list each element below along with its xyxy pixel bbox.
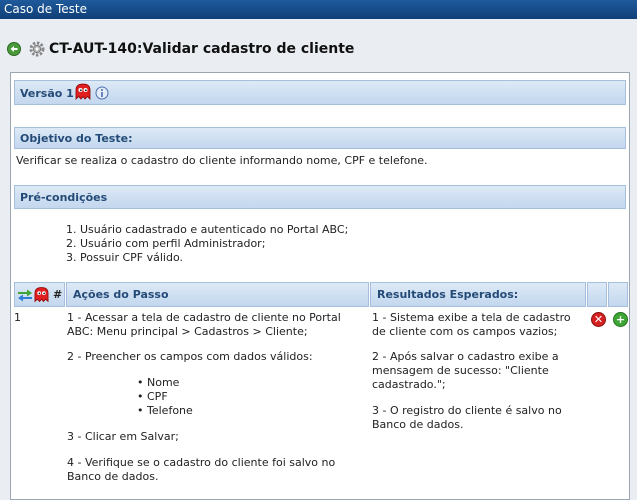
step-result-3: 3 - O registro do cliente é salvo no Ban… [372,404,562,431]
version-label: Versão 1 [20,87,74,100]
delete-icon[interactable]: ✕ [591,312,606,327]
preconditions-list: Usuário cadastrado e autenticado no Port… [64,223,348,265]
step-number: 1 [14,311,21,324]
steps-column-add-header [608,282,628,307]
ghost-icon[interactable] [34,286,49,303]
step-field-item: CPF [137,390,193,404]
version-section-header: Versão 1 [14,80,626,105]
steps-column-delete-header [587,282,607,307]
window-title: Caso de Teste [4,2,87,16]
back-arrow-icon[interactable] [7,42,21,56]
objective-section-header: Objetivo do Teste: [14,127,626,149]
actions-header-label: Ações do Passo [73,288,169,301]
preconditions-heading: Pré-condições [20,191,108,204]
info-icon[interactable] [95,84,109,100]
step-field-list: Nome CPF Telefone [137,376,193,418]
steps-column-number-header: # [14,282,65,307]
precondition-item: Usuário com perfil Administrador; [80,237,348,251]
objective-heading: Objetivo do Teste: [20,132,133,145]
ghost-icon[interactable] [75,83,91,100]
reorder-arrows-icon[interactable] [17,288,33,302]
page-title: CT-AUT-140:Validar cadastro de cliente [49,41,355,57]
step-action-1: 1 - Acessar a tela de cadastro de client… [67,311,341,338]
step-result-1: 1 - Sistema exibe a tela de cadastro de … [372,311,571,338]
gear-icon[interactable] [29,41,45,57]
page-header: CT-AUT-140:Validar cadastro de cliente [0,36,637,64]
step-result-2: 2 - Após salvar o cadastro exibe a mensa… [372,350,559,391]
step-action-2: 2 - Preencher os campos com dados válido… [67,350,313,363]
step-action-4: 4 - Verifique se o cadastro do cliente f… [67,456,336,483]
objective-text: Verificar se realiza o cadastro do clien… [16,154,428,167]
step-number-header: # [53,288,63,301]
step-field-item: Telefone [137,404,193,418]
steps-column-results-header: Resultados Esperados: [370,282,586,307]
step-action-3: 3 - Clicar em Salvar; [67,430,179,443]
preconditions-section-header: Pré-condições [14,185,626,209]
steps-column-actions-header: Ações do Passo [66,282,369,307]
window-title-bar: Caso de Teste [0,0,637,19]
precondition-item: Usuário cadastrado e autenticado no Port… [80,223,348,237]
results-header-label: Resultados Esperados: [377,288,519,301]
add-icon[interactable]: + [613,312,628,327]
test-case-panel: Versão 1 Objetivo do Teste: Verificar se… [10,72,630,500]
precondition-item: Possuir CPF válido. [80,251,348,265]
step-field-item: Nome [137,376,193,390]
